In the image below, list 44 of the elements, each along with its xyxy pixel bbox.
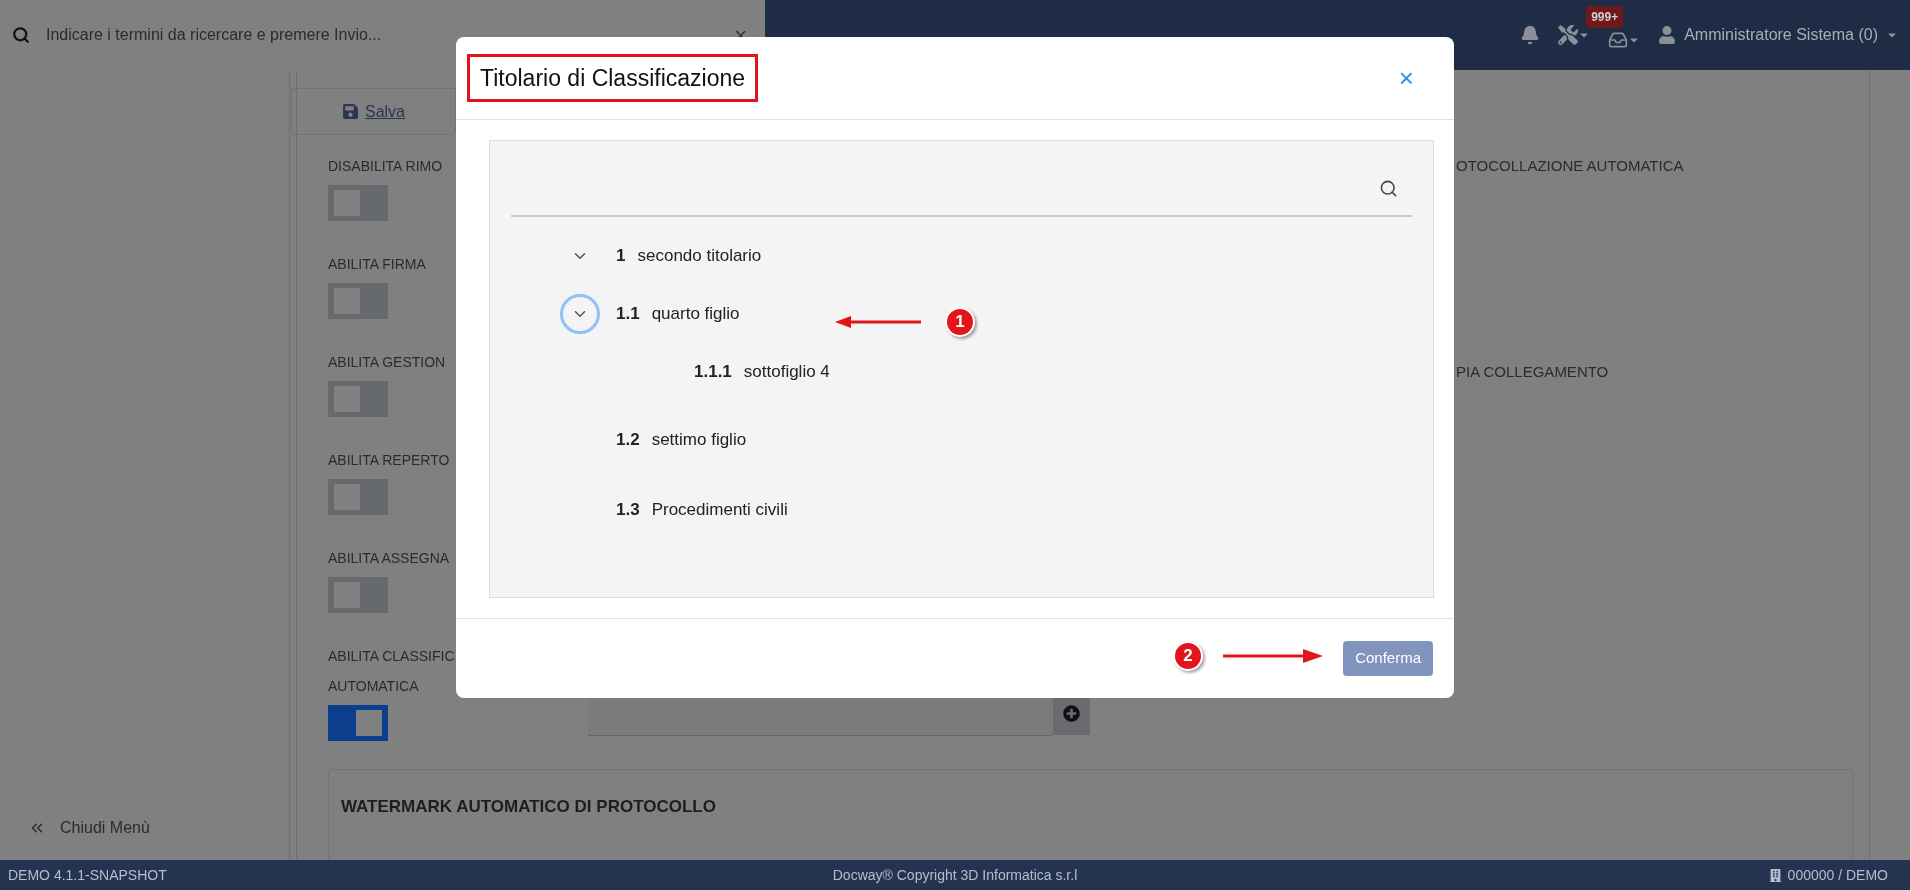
node-number: 1.1.1	[694, 361, 732, 384]
setting-label: ABILITA CLASSIFIC	[328, 647, 455, 666]
setting-label: AUTOMATICA	[328, 677, 419, 696]
user-icon	[1658, 26, 1677, 44]
toggle-switch[interactable]	[328, 185, 388, 221]
dialog-title: Titolario di Classificazione	[467, 53, 759, 103]
node-number: 1	[616, 245, 626, 268]
user-menu[interactable]: Amministratore Sistema (0)	[1684, 23, 1878, 47]
node-number: 1.2	[616, 429, 640, 452]
toggle-switch[interactable]	[328, 705, 388, 741]
section-title: WATERMARK AUTOMATICO DI PROTOCOLLO	[341, 797, 716, 816]
setting-label: ABILITA REPERTO	[328, 451, 450, 470]
node-label[interactable]: Procedimenti civili	[651, 497, 788, 523]
setting-label: ABILITA GESTION	[328, 353, 446, 372]
close-button[interactable]: ×	[1398, 58, 1414, 98]
node-label[interactable]: settimo figlio	[651, 427, 747, 453]
save-icon	[342, 103, 359, 120]
setting-label: DISABILITA RIMO	[328, 157, 443, 176]
node-number: 1.3	[616, 499, 640, 522]
search-icon	[1379, 178, 1398, 198]
setting-label: ABILITA FIRMA	[328, 255, 426, 274]
plus-icon	[1063, 704, 1080, 722]
toggle-switch[interactable]	[328, 479, 388, 515]
notification-badge: 999+	[1586, 6, 1624, 28]
setting-label: ABILITA ASSEGNA	[328, 549, 450, 568]
tools-icon[interactable]	[1558, 25, 1579, 45]
version-text: DEMO 4.1.1-SNAPSHOT	[8, 865, 168, 885]
collapse-menu-link[interactable]: Chiudi Menù	[60, 816, 150, 840]
node-label[interactable]: sottofiglio 4	[743, 359, 830, 385]
copyright-text: Docway® Copyright 3D Informatica s.r.l	[831, 865, 1079, 885]
office-text: 000000 / DEMO	[1787, 865, 1888, 885]
bell-icon[interactable]	[1520, 25, 1541, 45]
setting-label: PIA COLLEGAMENTO	[1456, 361, 1610, 382]
chevron-toggle[interactable]	[560, 294, 600, 334]
setting-label: OTOCOLLAZIONE AUTOMATICA	[1456, 156, 1684, 176]
node-label[interactable]: quarto figlio	[651, 301, 740, 327]
tray-icon[interactable]	[1608, 30, 1629, 50]
node-label[interactable]: secondo titolario	[637, 243, 762, 269]
search-icon	[12, 26, 30, 44]
toggle-switch[interactable]	[328, 381, 388, 417]
building-icon	[1768, 868, 1782, 882]
toggle-switch[interactable]	[328, 577, 388, 613]
node-number: 1.1	[616, 303, 640, 326]
toggle-switch[interactable]	[328, 283, 388, 319]
